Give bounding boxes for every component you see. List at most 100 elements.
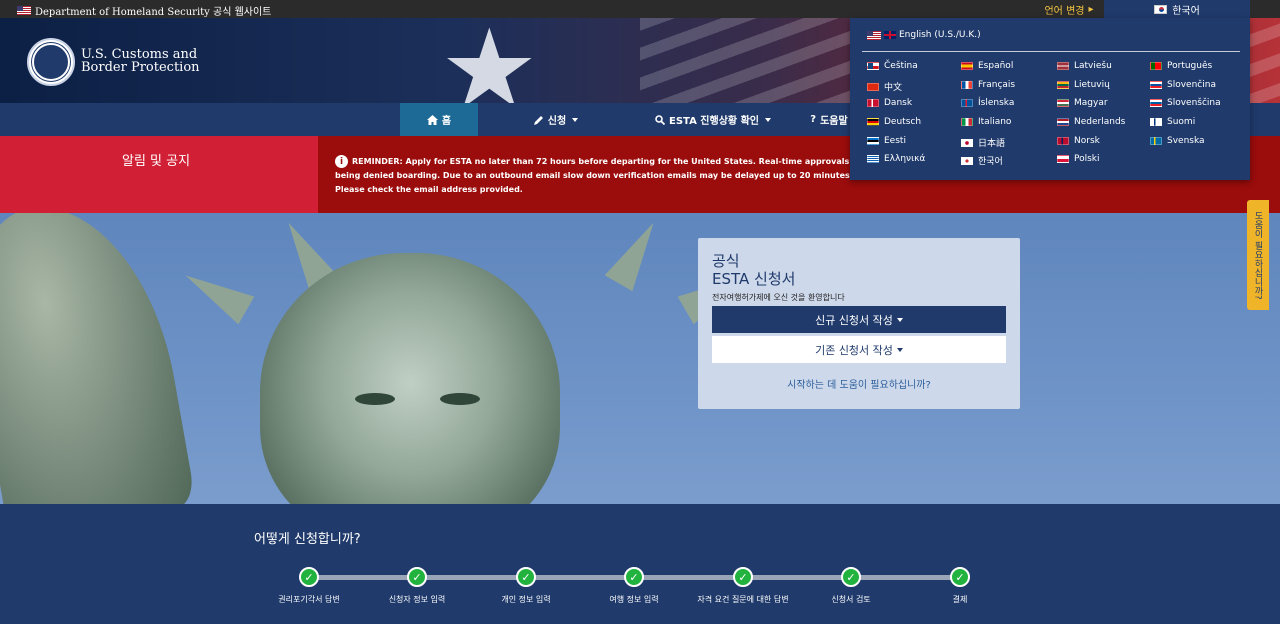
- language-option-english[interactable]: English (U.S./U.K.): [867, 30, 981, 40]
- finland-flag-icon: [1150, 118, 1162, 126]
- caret-down-icon: [896, 347, 903, 352]
- step-label: 개인 정보 입력: [501, 595, 551, 604]
- nav-home-label: 홈: [441, 116, 452, 127]
- existing-application-label: 기존 신청서 작성: [815, 343, 893, 357]
- language-option-german[interactable]: Deutsch: [867, 117, 921, 127]
- denmark-flag-icon: [867, 99, 879, 107]
- step-label: 신청자 정보 입력: [388, 595, 446, 604]
- language-option-estonian[interactable]: Eesti: [867, 136, 906, 146]
- language-option-danish[interactable]: Dansk: [867, 98, 912, 108]
- language-option-slovak[interactable]: Slovenčina: [1150, 80, 1216, 90]
- spain-flag-icon: [961, 62, 973, 70]
- china-flag-icon: [867, 82, 879, 91]
- language-option-chinese[interactable]: 中文: [867, 80, 902, 93]
- nav-apply[interactable]: 신청: [520, 103, 592, 136]
- chevron-right-icon: ▸: [1088, 3, 1094, 15]
- language-option-label: Suomi: [1167, 117, 1196, 127]
- language-option-label: Español: [978, 61, 1014, 71]
- statue-of-liberty-image: [260, 253, 560, 504]
- language-option-norwegian[interactable]: Norsk: [1057, 136, 1100, 146]
- language-option-spanish[interactable]: Español: [961, 61, 1013, 71]
- step-check-icon: ✓: [950, 567, 970, 587]
- hero-banner: [0, 213, 1280, 504]
- language-dropdown-menu: English (U.S./U.K.) Čeština 中文 Dansk Deu…: [850, 18, 1250, 180]
- language-menu-divider: [862, 51, 1240, 52]
- greece-flag-icon: [867, 155, 879, 163]
- question-icon: ?: [810, 114, 817, 125]
- estonia-flag-icon: [867, 137, 879, 145]
- sweden-flag-icon: [1150, 137, 1162, 145]
- agency-name[interactable]: U.S. Customs and Border Protection: [81, 48, 200, 74]
- language-option-label: 한국어: [978, 157, 1003, 167]
- search-icon: [655, 114, 665, 125]
- nav-home[interactable]: 홈: [400, 103, 478, 136]
- change-language-button[interactable]: 언어 변경 ▸: [1034, 0, 1104, 18]
- language-option-label: Svenska: [1167, 136, 1205, 146]
- language-option-italian[interactable]: Italiano: [961, 117, 1011, 127]
- language-option-french[interactable]: Français: [961, 80, 1015, 90]
- language-option-japanese[interactable]: 日本語: [961, 136, 1005, 149]
- slovenia-flag-icon: [1150, 99, 1162, 107]
- language-option-hungarian[interactable]: Magyar: [1057, 98, 1108, 108]
- language-option-label: Deutsch: [884, 117, 922, 127]
- language-option-czech[interactable]: Čeština: [867, 61, 918, 71]
- flag-star-decoration: ★: [440, 18, 539, 103]
- step-label: 자격 요건 질문에 대한 답변: [697, 595, 789, 604]
- japan-flag-icon: [961, 138, 973, 147]
- language-option-polish[interactable]: Polski: [1057, 154, 1100, 164]
- language-option-label: Italiano: [978, 117, 1012, 127]
- nav-help[interactable]: ? 도움말: [806, 103, 852, 136]
- nav-status-check[interactable]: ESTA 진행상황 확인: [650, 103, 776, 136]
- dhs-seal-logo[interactable]: [27, 38, 75, 86]
- language-option-label: Čeština: [884, 61, 918, 71]
- current-language-selector[interactable]: 한국어: [1104, 0, 1250, 18]
- netherlands-flag-icon: [1057, 118, 1069, 126]
- language-option-lithuanian[interactable]: Lietuvių: [1057, 80, 1110, 90]
- language-option-greek[interactable]: Ελληνικά: [867, 154, 925, 164]
- change-language-label: 언어 변경: [1044, 5, 1085, 17]
- card-subtitle: 전자여행허가제에 오신 것을 환영합니다: [712, 293, 845, 302]
- caret-down-icon: [896, 317, 903, 322]
- existing-application-button[interactable]: 기존 신청서 작성: [712, 336, 1006, 363]
- caret-down-icon: [572, 117, 579, 122]
- language-option-label: Polski: [1074, 154, 1100, 164]
- help-side-tab[interactable]: 도움이 필요하십니까?: [1247, 200, 1269, 310]
- language-option-slovenian[interactable]: Slovenščina: [1150, 98, 1221, 108]
- language-option-swedish[interactable]: Svenska: [1150, 136, 1205, 146]
- latvia-flag-icon: [1057, 62, 1069, 70]
- step-check-icon: ✓: [841, 567, 861, 587]
- new-application-button[interactable]: 신규 신청서 작성: [712, 306, 1006, 333]
- nav-apply-label: 신청: [547, 116, 567, 127]
- language-option-korean[interactable]: 한국어: [961, 154, 1003, 167]
- language-option-label: Français: [978, 80, 1016, 90]
- getting-started-help-link[interactable]: 시작하는 데 도움이 필요하십니까?: [698, 376, 1020, 391]
- language-option-dutch[interactable]: Nederlands: [1057, 117, 1125, 127]
- card-title-line2: ESTA 신청서: [712, 270, 796, 288]
- korea-flag-icon: [961, 156, 973, 165]
- poland-flag-icon: [1057, 155, 1069, 163]
- language-option-icelandic[interactable]: Íslenska: [961, 98, 1014, 108]
- how-to-apply-heading: 어떻게 신청합니까?: [254, 532, 361, 547]
- step-label: 권리포기각서 답변: [278, 595, 340, 604]
- step-check-icon: ✓: [516, 567, 536, 587]
- language-option-label: Norsk: [1074, 136, 1100, 146]
- step-check-icon: ✓: [407, 567, 427, 587]
- slovakia-flag-icon: [1150, 81, 1162, 89]
- language-option-latvian[interactable]: Latviešu: [1057, 61, 1112, 71]
- germany-flag-icon: [867, 118, 879, 126]
- step-check-icon: ✓: [624, 567, 644, 587]
- current-language-label: 한국어: [1172, 5, 1200, 17]
- agency-name-line2: Border Protection: [81, 60, 200, 75]
- language-option-label: Slovenščina: [1167, 98, 1221, 108]
- language-option-portuguese[interactable]: Português: [1150, 61, 1212, 71]
- gov-banner: Department of Homeland Security 공식 웹사이트 …: [0, 0, 1280, 18]
- caret-down-icon: [764, 117, 771, 122]
- uk-flag-icon: [884, 31, 896, 39]
- france-flag-icon: [961, 81, 973, 89]
- home-icon: [426, 114, 438, 125]
- nav-help-label: 도움말: [820, 116, 848, 127]
- how-to-apply-section: 어떻게 신청합니까? ✓ ✓ ✓ ✓ ✓ ✓ ✓ 권리포기각서 답변 신청자 정…: [0, 504, 1280, 624]
- language-option-label: English (U.S./U.K.): [899, 30, 981, 40]
- language-option-finnish[interactable]: Suomi: [1150, 117, 1195, 127]
- language-option-label: Latviešu: [1074, 61, 1112, 71]
